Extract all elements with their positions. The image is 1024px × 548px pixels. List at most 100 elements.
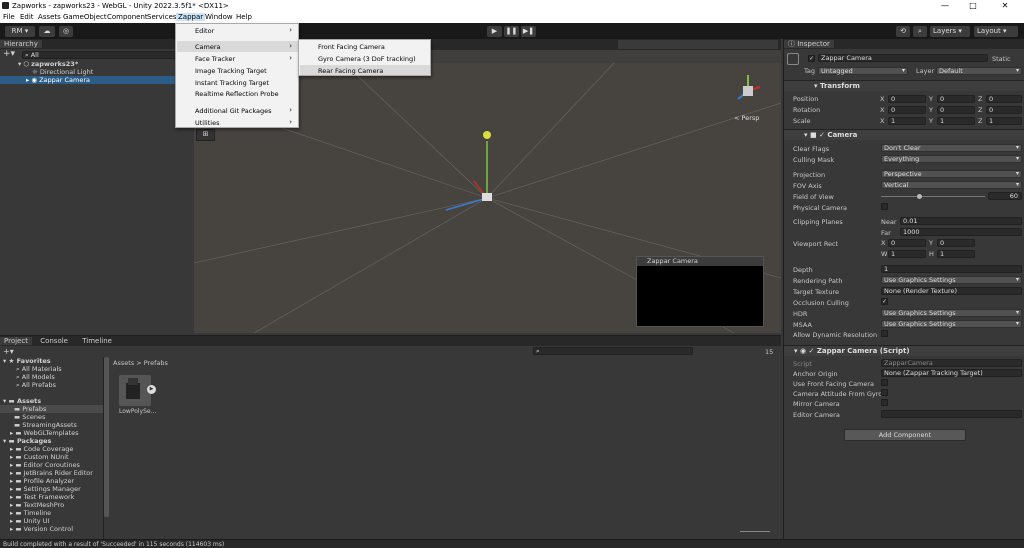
rendering-path-dropdown[interactable]: Use Graphics Settings [881, 276, 1022, 284]
minimize-button[interactable]: — [934, 0, 956, 12]
add-icon[interactable]: +▾ [3, 50, 15, 59]
projection-dropdown[interactable]: Perspective [881, 170, 1022, 178]
zappar-menu-face-tracker[interactable]: Face Tracker [195, 55, 235, 63]
rotation-z[interactable]: 0 [986, 106, 1022, 114]
anchor-origin-field[interactable]: None (Zappar Tracking Target) [881, 369, 1022, 377]
package-item[interactable]: ▸ ▬ Unity UI [0, 517, 103, 525]
menu-zappar[interactable]: Zappar [176, 13, 206, 21]
viewport-y[interactable]: 0 [937, 239, 975, 247]
clear-flags-dropdown[interactable]: Don't Clear [881, 144, 1022, 152]
fov-axis-dropdown[interactable]: Vertical [881, 181, 1022, 189]
packages-header[interactable]: ▾ ▬ Packages [0, 437, 103, 445]
asset-name[interactable]: LowPolySe... [119, 408, 159, 415]
layout-dropdown[interactable]: Layout ▾ [974, 26, 1018, 37]
package-item[interactable]: ▸ ▬ Custom NUnit [0, 453, 103, 461]
zappar-menu-editor[interactable]: Editor [195, 27, 214, 35]
rotation-y[interactable]: 0 [937, 106, 975, 114]
occlusion-culling-checkbox[interactable]: ✓ [881, 298, 888, 305]
menu-help[interactable]: Help [236, 13, 252, 21]
package-item[interactable]: ▸ ▬ Version Control [0, 525, 103, 533]
camera-gizmo-icon[interactable] [482, 193, 492, 201]
zappar-menu-reflection-probe[interactable]: Realtime Reflection Probe [195, 90, 279, 98]
menu-window[interactable]: Window [205, 13, 233, 21]
package-item[interactable]: ▸ ▬ JetBrains Rider Editor [0, 469, 103, 477]
menu-file[interactable]: File [3, 13, 15, 21]
folder-scenes[interactable]: ▬ Scenes [0, 413, 103, 421]
asset-thumbnail[interactable]: ▶ [119, 375, 156, 406]
add-icon[interactable]: +▾ [3, 347, 14, 356]
breadcrumb[interactable]: Assets > Prefabs [113, 359, 168, 367]
package-item[interactable]: ▸ ▬ Settings Manager [0, 485, 103, 493]
msaa-dropdown[interactable]: Use Graphics Settings [881, 320, 1022, 328]
rotation-x[interactable]: 0 [888, 106, 926, 114]
assets-header[interactable]: ▾ ▬ Assets [0, 397, 103, 405]
pause-button[interactable]: ❚❚ [504, 26, 519, 37]
grid-tool-icon[interactable]: ⊞ [196, 129, 215, 141]
fav-item[interactable]: ⌕ All Materials [0, 365, 103, 373]
package-item[interactable]: ▸ ▬ TextMeshPro [0, 501, 103, 509]
orientation-gizmo[interactable] [728, 69, 768, 109]
light-gizmo-icon[interactable] [483, 131, 491, 139]
dynamic-resolution-checkbox[interactable] [881, 330, 888, 337]
position-z[interactable]: 0 [986, 95, 1022, 103]
folder-streaming[interactable]: ▬ StreamingAssets [0, 421, 103, 429]
folder-prefabs[interactable]: ▬ Prefabs [0, 405, 103, 413]
zappar-script-header[interactable]: ▾ ◉ ✓ Zappar Camera (Script) [784, 345, 1024, 356]
mirror-checkbox[interactable] [881, 399, 888, 406]
depth-field[interactable]: 1 [881, 265, 1022, 273]
tab-project[interactable]: Project [0, 337, 32, 345]
transform-header[interactable]: ▾ Transform [784, 80, 1024, 91]
project-search[interactable]: ⌕ [533, 347, 693, 355]
menu-edit[interactable]: Edit [20, 13, 34, 21]
zappar-menu-instant-tracking[interactable]: Instant Tracking Target [195, 79, 269, 87]
scale-y[interactable]: 1 [937, 117, 975, 125]
history-icon[interactable]: ⟲ [896, 26, 910, 37]
step-button[interactable]: ▶❚ [521, 26, 536, 37]
collab-icon[interactable]: ◎ [59, 26, 73, 37]
hierarchy-item-light[interactable]: ☼ Directional Light [0, 68, 193, 76]
favorites-header[interactable]: ▾ ★ Favorites [0, 357, 103, 365]
hierarchy-item-camera[interactable]: ▸ ◉ Zappar Camera [0, 76, 193, 84]
tag-dropdown[interactable]: Untagged [818, 67, 908, 75]
zappar-menu-camera[interactable]: Camera [195, 43, 221, 51]
menu-component[interactable]: Component [107, 13, 148, 21]
editor-camera-field[interactable] [881, 410, 1022, 418]
menu-services[interactable]: Services [147, 13, 177, 21]
folder-scrollbar[interactable] [104, 357, 109, 517]
fov-field[interactable]: 60 [988, 192, 1022, 200]
active-checkbox[interactable]: ✓ [808, 55, 815, 62]
menu-gameobject[interactable]: GameObject [63, 13, 107, 21]
near-field[interactable]: 0.01 [900, 217, 1022, 225]
fov-slider-handle[interactable] [917, 194, 922, 199]
package-item[interactable]: ▸ ▬ Timeline [0, 509, 103, 517]
gyro-checkbox[interactable] [881, 389, 888, 396]
play-button[interactable]: ▶ [487, 26, 502, 37]
persp-label[interactable]: < Persp [734, 114, 759, 122]
package-item[interactable]: ▸ ▬ Test Framework [0, 493, 103, 501]
package-item[interactable]: ▸ ▬ Editor Coroutines [0, 461, 103, 469]
camera-component-header[interactable]: ▾ ■ ✓ Camera [784, 129, 1024, 140]
cloud-icon[interactable]: ☁ [39, 26, 55, 37]
position-x[interactable]: 0 [888, 95, 926, 103]
scale-x[interactable]: 1 [888, 117, 926, 125]
menu-assets[interactable]: Assets [38, 13, 61, 21]
account-dropdown[interactable]: RM ▾ [5, 26, 35, 37]
hdr-dropdown[interactable]: Use Graphics Settings [881, 309, 1022, 317]
scene-tools[interactable] [618, 40, 778, 49]
scale-z[interactable]: 1 [986, 117, 1022, 125]
search-icon[interactable]: ⌕ [913, 26, 927, 37]
fav-item[interactable]: ⌕ All Prefabs [0, 381, 103, 389]
culling-mask-dropdown[interactable]: Everything [881, 155, 1022, 163]
layer-dropdown[interactable]: Default [936, 67, 1022, 75]
add-component-button[interactable]: Add Component [844, 429, 966, 441]
layers-dropdown[interactable]: Layers ▾ [930, 26, 970, 37]
close-button[interactable]: ✕ [994, 0, 1016, 12]
tab-timeline[interactable]: Timeline [76, 337, 118, 345]
zoom-slider[interactable] [740, 531, 770, 532]
submenu-rear-camera[interactable]: Rear Facing Camera [318, 67, 383, 75]
hierarchy-search[interactable]: ⌕ All [22, 51, 190, 59]
viewport-x[interactable]: 0 [888, 239, 926, 247]
fov-slider[interactable] [881, 194, 985, 199]
submenu-gyro-camera[interactable]: Gyro Camera (3 DoF tracking) [318, 55, 416, 63]
viewport-h[interactable]: 1 [937, 250, 975, 258]
